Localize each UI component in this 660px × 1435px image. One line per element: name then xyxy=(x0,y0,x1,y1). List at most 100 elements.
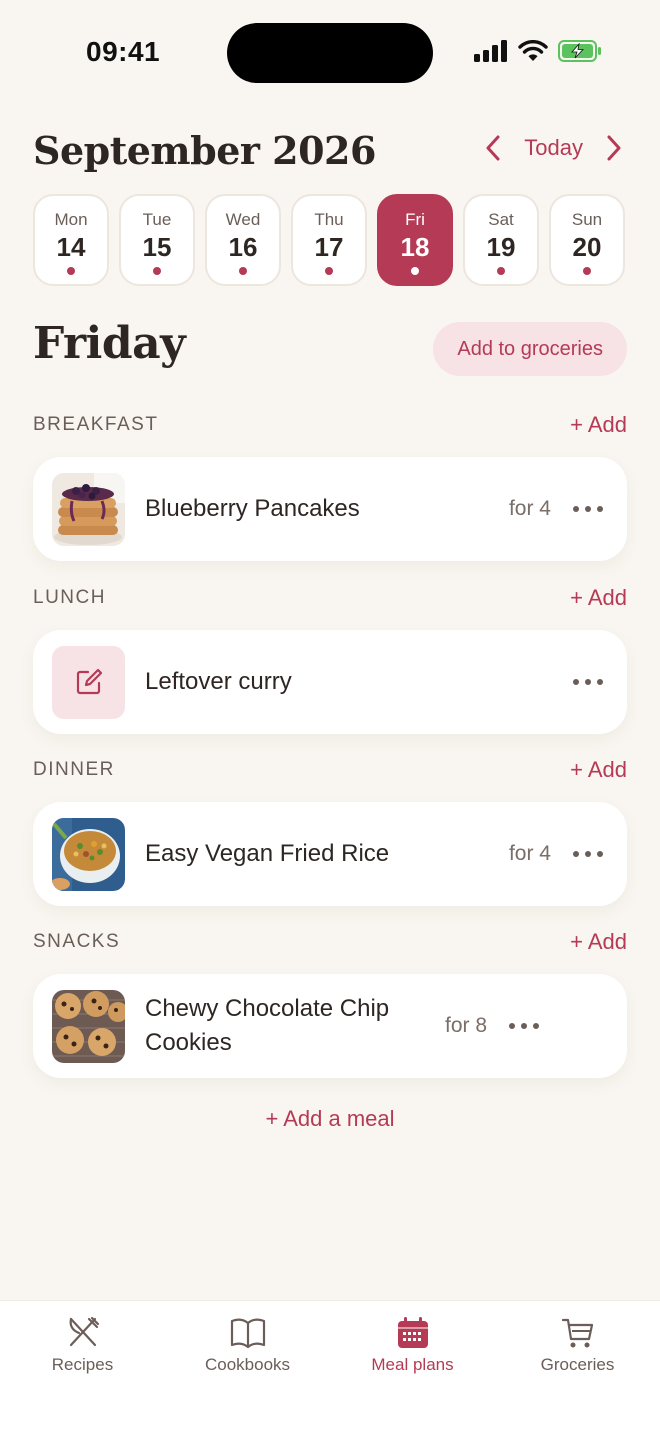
add-breakfast-button[interactable]: + Add xyxy=(570,412,627,438)
day-number: 20 xyxy=(572,232,602,262)
meal-card-snacks[interactable]: Chewy Chocolate Chip Cookies for 8 xyxy=(33,974,627,1078)
add-snacks-button[interactable]: + Add xyxy=(570,929,627,955)
tab-label: Groceries xyxy=(540,1355,615,1374)
section-label: LUNCH xyxy=(33,587,106,608)
day-thu[interactable]: Thu 17 xyxy=(291,194,367,286)
section-lunch: LUNCH + Add Leftover curry xyxy=(33,578,627,734)
meal-card-breakfast[interactable]: Blueberry Pancakes for 4 xyxy=(33,457,627,561)
dot xyxy=(597,506,603,512)
calendar-icon xyxy=(397,1317,428,1348)
meal-name: Blueberry Pancakes xyxy=(145,495,360,522)
dot xyxy=(509,1023,516,1029)
day-name: Fri xyxy=(405,210,425,229)
next-week-button[interactable] xyxy=(601,132,627,164)
add-a-meal-button[interactable]: + Add a meal xyxy=(0,1106,660,1132)
section-label: DINNER xyxy=(33,759,115,780)
status-time: 09:41 xyxy=(86,36,161,67)
section-label: SNACKS xyxy=(33,931,121,952)
cart-icon xyxy=(561,1318,593,1348)
more-options-button[interactable] xyxy=(573,842,603,866)
dot xyxy=(585,851,591,857)
tab-label: Recipes xyxy=(51,1355,114,1374)
previous-week-button[interactable] xyxy=(480,132,506,164)
section-breakfast: BREAKFAST + Add Blueberry Pancakes for 4 xyxy=(33,405,627,561)
tab-bar: Recipes Cookbooks Meal plans Groceries xyxy=(0,1300,660,1435)
chevron-left-icon xyxy=(486,135,500,161)
day-name: Wed xyxy=(225,210,261,229)
meal-indicator-dot xyxy=(325,267,333,275)
wifi-icon xyxy=(518,40,548,61)
day-name: Thu xyxy=(314,210,344,229)
day-number: 14 xyxy=(56,232,86,262)
dot xyxy=(585,679,591,685)
today-button[interactable]: Today xyxy=(524,135,583,161)
dot xyxy=(573,506,579,512)
dot xyxy=(573,679,579,685)
day-tue[interactable]: Tue 15 xyxy=(119,194,195,286)
servings-label: for 8 xyxy=(445,1014,488,1037)
tab-label: Meal plans xyxy=(371,1355,454,1374)
utensils-icon xyxy=(69,1316,99,1347)
dynamic-island xyxy=(227,23,433,83)
meal-indicator-dot xyxy=(153,267,161,275)
tab-meal-plans[interactable]: Meal plans xyxy=(330,1301,495,1435)
day-heading: Friday xyxy=(33,318,186,369)
day-number: 17 xyxy=(314,232,344,262)
meal-card-dinner[interactable]: Easy Vegan Fried Rice for 4 xyxy=(33,802,627,906)
date-navigation: Today xyxy=(480,132,627,164)
meal-name: Easy Vegan Fried Rice xyxy=(145,840,390,867)
cellular-signal-icon xyxy=(474,40,507,62)
week-strip: Mon 14 Tue 15 Wed 16 Thu 17 Fri 18 Sat 19 Sun 2… xyxy=(33,194,627,286)
dot xyxy=(521,1023,528,1029)
meal-indicator-dot xyxy=(497,267,505,275)
fried-rice-thumbnail xyxy=(52,817,125,891)
more-options-button[interactable] xyxy=(573,670,603,694)
calendar-header: September 2026 Today xyxy=(33,122,627,178)
note-edit-icon xyxy=(76,668,102,695)
add-dinner-button[interactable]: + Add xyxy=(570,757,627,783)
tab-cookbooks[interactable]: Cookbooks xyxy=(165,1301,330,1435)
more-options-button[interactable] xyxy=(509,1014,540,1038)
chevron-right-icon xyxy=(607,135,621,161)
add-lunch-button[interactable]: + Add xyxy=(570,585,627,611)
day-number: 18 xyxy=(400,232,430,262)
pancakes-thumbnail xyxy=(52,472,125,546)
cookies-thumbnail xyxy=(52,989,125,1063)
meal-indicator-dot xyxy=(411,267,419,275)
book-icon xyxy=(230,1318,265,1349)
tab-label: Cookbooks xyxy=(204,1355,291,1374)
day-fri[interactable]: Fri 18 xyxy=(377,194,453,286)
tab-groceries[interactable]: Groceries xyxy=(495,1301,660,1435)
note-thumbnail xyxy=(52,645,125,719)
status-icons xyxy=(474,40,602,62)
day-sun[interactable]: Sun 20 xyxy=(549,194,625,286)
section-dinner: DINNER + Add Easy Vegan Fried Rice for 4 xyxy=(33,750,627,906)
dot xyxy=(585,506,591,512)
dot xyxy=(597,679,603,685)
section-snacks: SNACKS + Add Chewy Chocolate Chip Cookie… xyxy=(33,922,627,1078)
day-sat[interactable]: Sat 19 xyxy=(463,194,539,286)
day-wed[interactable]: Wed 16 xyxy=(205,194,281,286)
day-name: Sun xyxy=(571,210,603,229)
battery-charging-icon xyxy=(558,40,601,62)
dot xyxy=(597,851,603,857)
servings-label: for 4 xyxy=(508,497,551,520)
meal-indicator-dot xyxy=(239,267,247,275)
meal-indicator-dot xyxy=(583,267,591,275)
meal-indicator-dot xyxy=(67,267,75,275)
month-title: September 2026 xyxy=(33,128,376,173)
dot xyxy=(533,1023,540,1029)
add-to-groceries-button[interactable]: Add to groceries xyxy=(433,322,627,376)
status-bar: 09:41 xyxy=(0,0,660,100)
servings-label: for 4 xyxy=(508,842,551,865)
day-name: Mon xyxy=(54,210,88,229)
day-number: 16 xyxy=(228,232,258,262)
tab-recipes[interactable]: Recipes xyxy=(0,1301,165,1435)
day-number: 15 xyxy=(142,232,172,262)
section-label: BREAKFAST xyxy=(33,414,159,435)
day-name: Tue xyxy=(142,210,172,229)
meal-card-lunch[interactable]: Leftover curry xyxy=(33,630,627,734)
more-options-button[interactable] xyxy=(573,497,603,521)
meal-name: Leftover curry xyxy=(145,668,292,695)
day-mon[interactable]: Mon 14 xyxy=(33,194,109,286)
